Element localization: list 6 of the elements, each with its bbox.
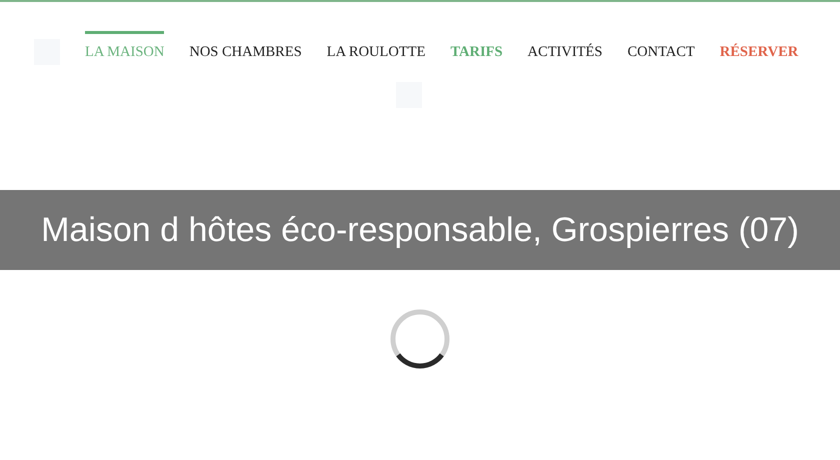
banner-title: Maison d hôtes éco-responsable, Grospierres (07) <box>41 210 799 250</box>
nav-link[interactable]: CONTACT <box>627 31 695 64</box>
nav-link[interactable]: NOS CHAMBRES <box>189 31 302 64</box>
nav-link[interactable]: LA ROULOTTE <box>326 31 426 64</box>
nav-link[interactable]: ACTIVITÉS <box>528 31 602 64</box>
loading-spinner-icon <box>389 308 451 370</box>
